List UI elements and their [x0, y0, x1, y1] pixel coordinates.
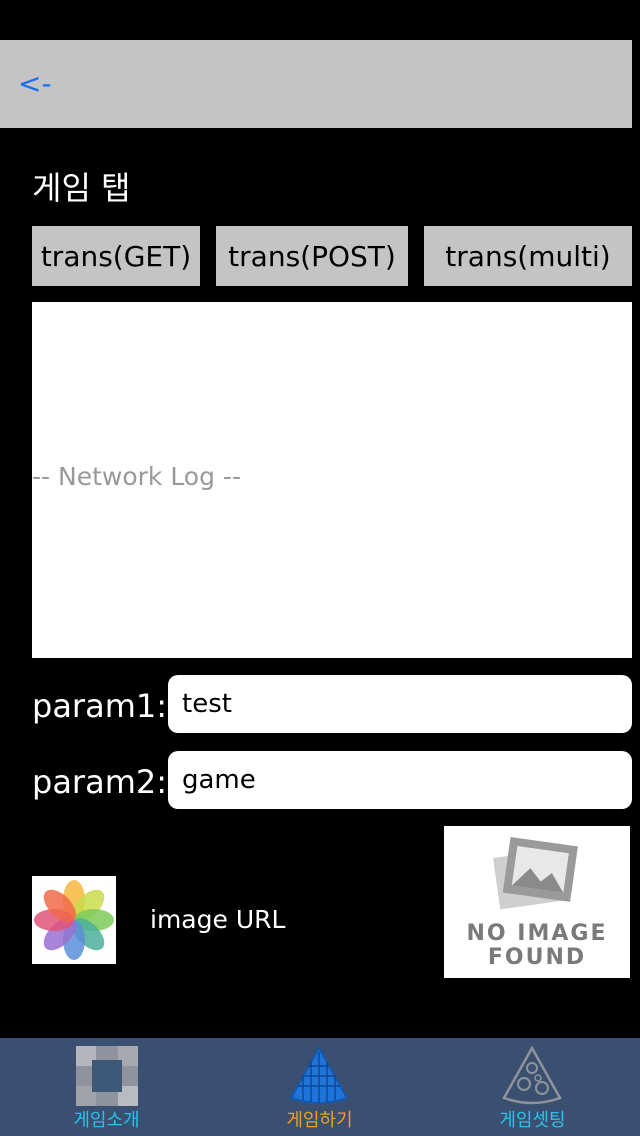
photos-icon[interactable]: [32, 876, 116, 964]
page-title: 게임 탭: [32, 169, 131, 207]
tab-game-intro[interactable]: 게임소개: [0, 1038, 213, 1136]
picture-icon: [493, 837, 578, 910]
tab-label: 게임하기: [286, 1110, 353, 1131]
tab-label: 게임셋팅: [499, 1110, 566, 1131]
back-button[interactable]: <-: [18, 66, 52, 102]
tile-icon: [76, 1046, 138, 1106]
trans-multi-button[interactable]: trans(multi): [424, 226, 632, 286]
tab-game-settings[interactable]: 게임셋팅: [426, 1038, 639, 1136]
param1-label: param1:: [32, 687, 167, 725]
tab-bar: 게임소개 게임하기 게임셋팅: [0, 1038, 640, 1136]
param2-input[interactable]: game: [168, 751, 632, 809]
param1-input[interactable]: test: [168, 675, 632, 733]
no-image-placeholder: NO IMAGE FOUND: [444, 826, 630, 978]
tab-play-game[interactable]: 게임하기: [213, 1038, 426, 1136]
pizza-outline-icon: [502, 1046, 562, 1105]
no-image-text: NO IMAGE FOUND: [466, 921, 608, 970]
trans-get-button[interactable]: trans(GET): [32, 226, 200, 286]
network-log-placeholder: -- Network Log --: [32, 462, 241, 491]
navigation-bar: <-: [0, 40, 632, 128]
trans-post-button[interactable]: trans(POST): [216, 226, 408, 286]
param2-label: param2:: [32, 763, 167, 801]
image-url-label: image URL: [150, 905, 286, 934]
pizza-slice-icon: [289, 1046, 349, 1104]
tab-label: 게임소개: [73, 1110, 140, 1131]
network-log-box[interactable]: -- Network Log --: [32, 302, 632, 658]
